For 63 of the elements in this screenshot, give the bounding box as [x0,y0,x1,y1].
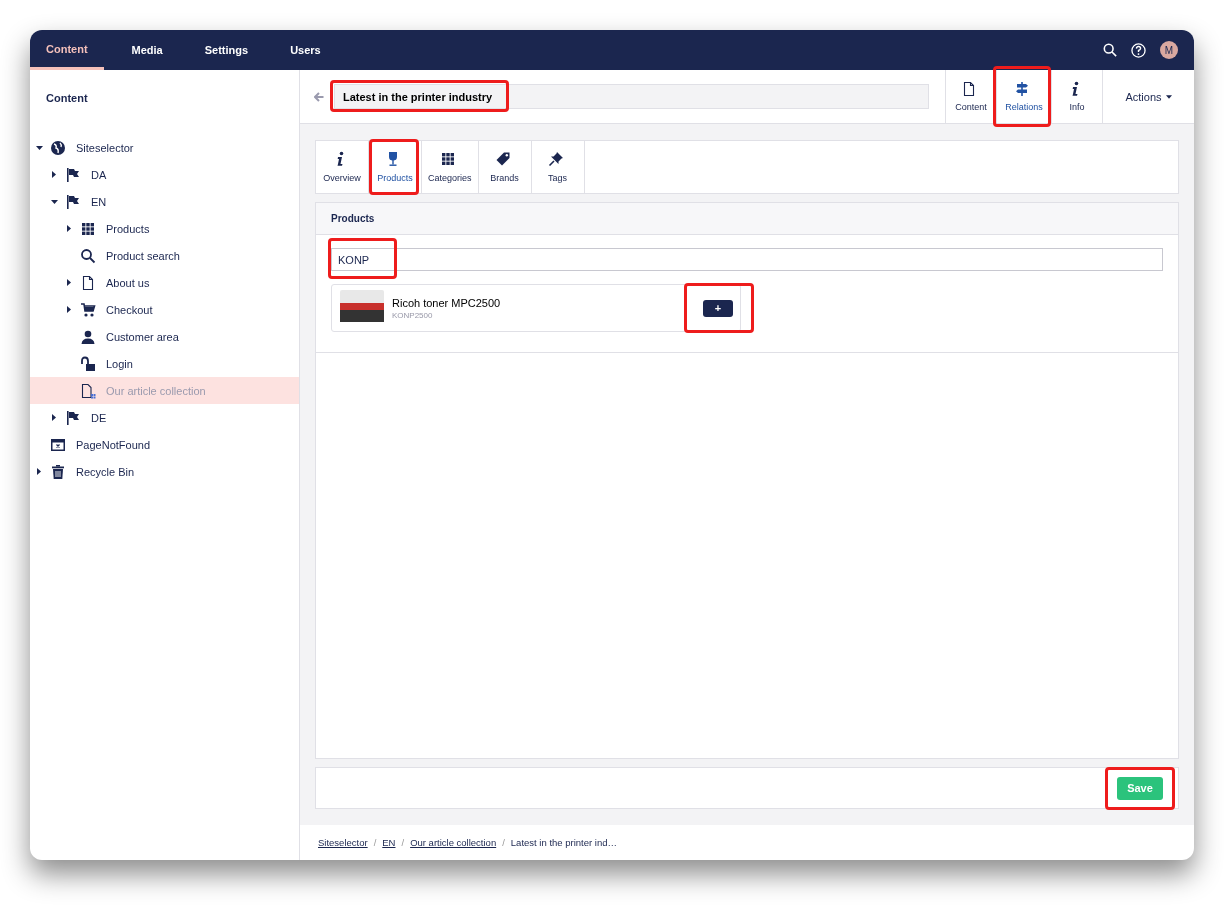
caret-right-icon[interactable] [52,414,56,421]
pushpin-icon [547,151,564,167]
search-icon[interactable] [1103,43,1117,57]
breadcrumb-separator: / [373,837,377,848]
tree-item[interactable]: Product search [30,242,299,269]
tree-item[interactable]: Recycle Bin [30,458,299,485]
caret-down-icon[interactable] [50,199,58,204]
flag-icon [65,409,81,426]
tree-item[interactable]: Customer area [30,323,299,350]
document-grid-icon [80,382,96,399]
tree-item[interactable]: Checkout [30,296,299,323]
document-icon [80,274,96,291]
tree-item[interactable]: EN [30,188,299,215]
breadcrumb-separator: / [401,837,405,848]
nav-tab[interactable]: Content [30,30,104,70]
tree-item[interactable]: DA [30,161,299,188]
grid-icon [80,220,96,237]
search-icon [80,247,96,264]
tree-item[interactable]: About us [30,269,299,296]
breadcrumb-link[interactable]: Our article collection [410,837,497,848]
product-name: Ricoh toner MPC2500 [392,296,502,309]
back-arrow-icon[interactable] [314,91,324,102]
unlocked-padlock-icon [80,355,96,372]
breadcrumb-link[interactable]: Siteselector [318,837,368,848]
sidebar-title: Content [45,91,89,106]
flag-icon [65,193,81,210]
add-button[interactable]: + [703,299,733,317]
caret-down-icon [1165,94,1172,99]
signpost-icon [1014,81,1030,97]
caret-right-icon[interactable] [67,279,71,286]
grid-icon [439,151,456,167]
tree-item[interactable]: DE [30,404,299,431]
person-icon [80,328,96,345]
nav-tab[interactable]: Settings [190,30,263,70]
title-field[interactable]: Latest in the printer industry [334,84,929,109]
caret-right-icon[interactable] [37,468,41,475]
product-sku: KONP2500 [392,310,434,320]
search-field[interactable]: KONP [331,248,1163,271]
breadcrumb-link[interactable]: EN [382,837,396,848]
browser-window-icon [50,436,66,453]
caret-down-icon[interactable] [35,145,43,150]
nav-tab[interactable]: Media [117,30,177,70]
caret-right-icon[interactable] [52,171,56,178]
flag-icon [65,166,81,183]
panel-title: Products [316,203,1178,235]
document-icon [961,81,977,97]
tag-icon [494,151,511,167]
trash-icon [50,463,66,480]
relation-type-tab[interactable]: Products [369,141,422,193]
breadcrumb-separator: / [502,837,505,848]
actions-dropdown[interactable]: Actions [1102,70,1194,123]
caret-right-icon[interactable] [67,306,71,313]
tree-item[interactable]: Products [30,215,299,242]
nav-tab[interactable]: Users [276,30,335,70]
globe-icon [50,139,66,156]
help-icon[interactable] [1131,42,1146,58]
breadcrumb-current: Latest in the printer ind… [510,837,617,848]
caret-right-icon[interactable] [67,225,71,232]
tree-item[interactable]: Login [30,350,299,377]
user-avatar[interactable]: M [1160,41,1178,59]
tree-item[interactable]: Siteselector [30,134,299,161]
cart-icon [80,301,96,318]
tree-item[interactable]: PageNotFound [30,431,299,458]
